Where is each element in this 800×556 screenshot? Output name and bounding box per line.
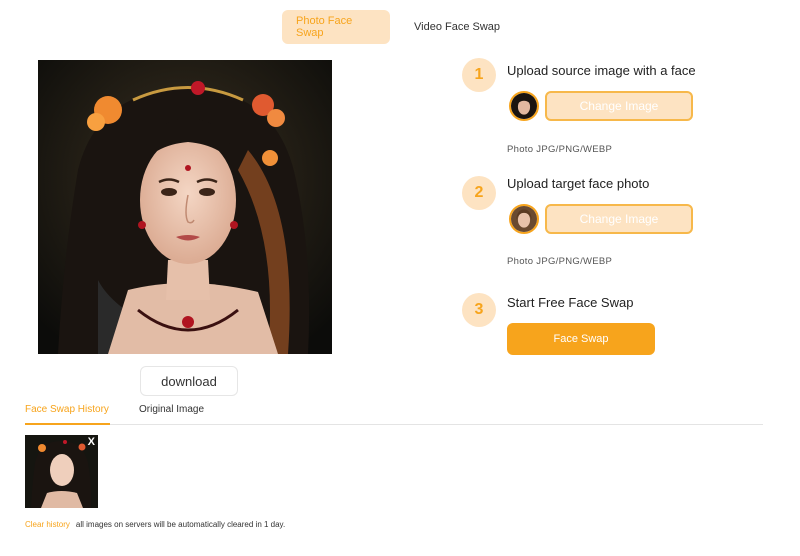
auto-clear-note: all images on servers will be automatica… (75, 520, 286, 529)
step-3-number: 3 (462, 293, 496, 327)
close-icon[interactable]: X (88, 437, 95, 448)
mode-tabs: Photo Face Swap Video Face Swap (282, 10, 514, 44)
target-face-thumbnail (511, 206, 537, 232)
change-target-image-button[interactable]: Change Image (545, 204, 693, 234)
history-tabs: Face Swap History Original Image (25, 404, 763, 425)
step-2-number: 2 (462, 176, 496, 210)
portrait-image (38, 60, 332, 354)
tab-original-image[interactable]: Original Image (139, 404, 204, 425)
tab-face-swap-history[interactable]: Face Swap History (25, 404, 110, 425)
tab-video-face-swap[interactable]: Video Face Swap (400, 10, 514, 44)
step-2-format-hint: Photo JPG/PNG/WEBP (507, 256, 613, 267)
step-3-title: Start Free Face Swap (507, 295, 634, 310)
target-avatar[interactable] (509, 204, 539, 234)
step-2-title: Upload target face photo (507, 176, 650, 191)
step-1-title: Upload source image with a face (507, 63, 696, 78)
history-item[interactable]: X (25, 435, 98, 508)
source-face-thumbnail (511, 93, 537, 119)
change-source-image-button[interactable]: Change Image (545, 91, 693, 121)
step-1-format-hint: Photo JPG/PNG/WEBP (507, 144, 613, 155)
step-1-number: 1 (462, 58, 496, 92)
history-footer: Clear history all images on servers will … (25, 520, 285, 529)
face-swap-button[interactable]: Face Swap (507, 323, 655, 355)
tab-photo-face-swap[interactable]: Photo Face Swap (282, 10, 390, 44)
source-avatar[interactable] (509, 91, 539, 121)
download-button[interactable]: download (140, 366, 238, 396)
result-image (38, 60, 332, 354)
clear-history-link[interactable]: Clear history (25, 520, 70, 529)
